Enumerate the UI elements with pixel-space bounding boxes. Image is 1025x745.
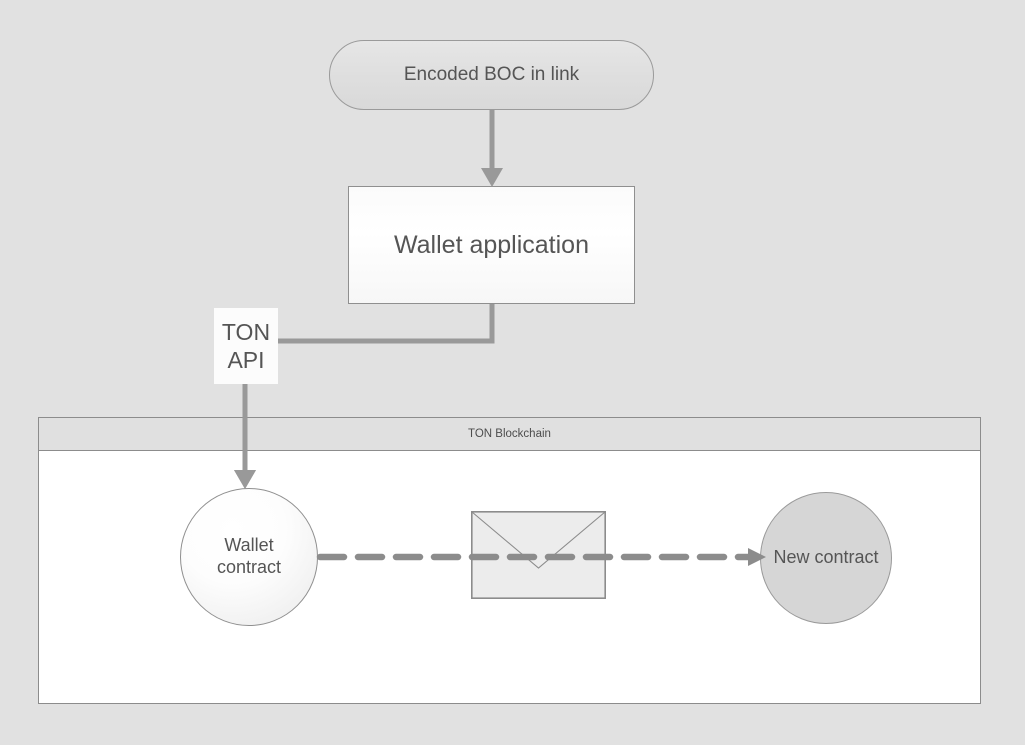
node-wallet-contract-label-line1: Wallet xyxy=(224,535,274,556)
node-new-contract-label: New contract xyxy=(773,547,879,568)
node-wallet-contract-label-line2: contract xyxy=(216,557,282,577)
node-wallet-contract: Wallet contract xyxy=(180,488,318,626)
container-ton-blockchain-title: TON Blockchain xyxy=(468,428,551,440)
diagram-canvas: Encoded BOC in link Wallet application T… xyxy=(0,0,1025,745)
edge-label-ton-api: TON API xyxy=(214,308,278,384)
node-encoded-boc: Encoded BOC in link xyxy=(329,40,654,110)
edge-label-ton-api-line2: API xyxy=(227,347,265,373)
container-ton-blockchain-header: TON Blockchain xyxy=(39,418,980,451)
node-encoded-boc-label: Encoded BOC in link xyxy=(403,64,580,86)
message-envelope-icon xyxy=(471,511,606,599)
edge-label-ton-api-line1: TON xyxy=(221,318,271,345)
node-wallet-application-label: Wallet application xyxy=(393,230,589,259)
edge-boc-to-wallet-app xyxy=(481,110,503,187)
node-wallet-application: Wallet application xyxy=(348,186,635,304)
node-new-contract: New contract xyxy=(760,492,892,624)
